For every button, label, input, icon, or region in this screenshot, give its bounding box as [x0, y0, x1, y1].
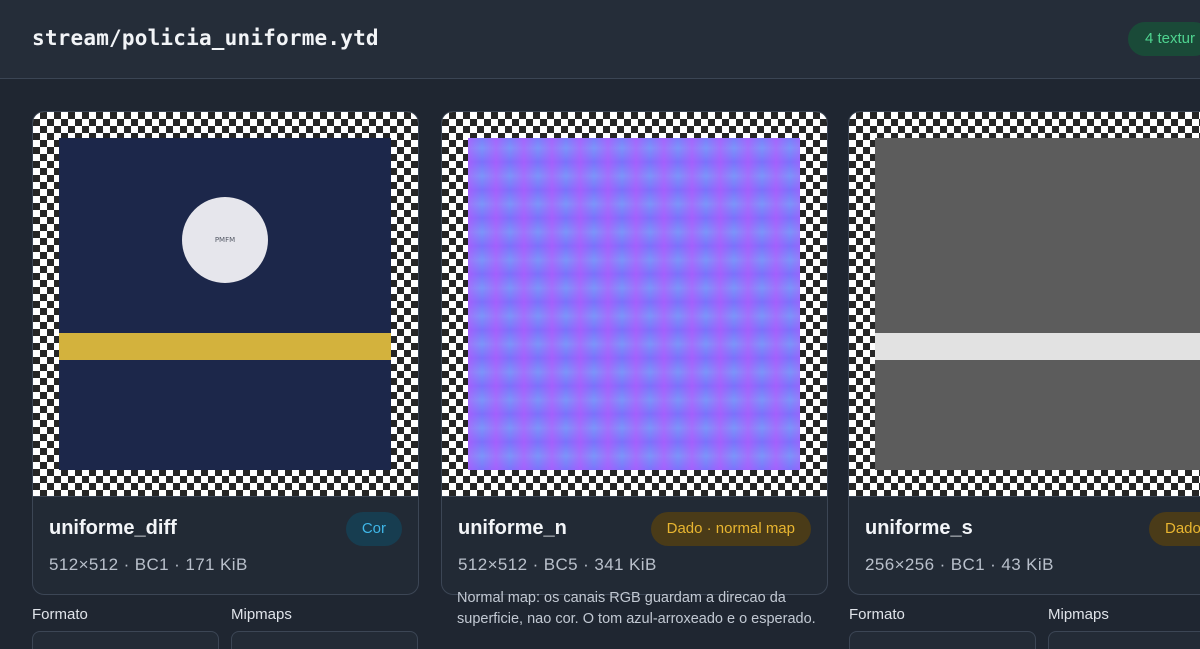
- texture-card-uniforme-diff[interactable]: PMFM uniforme_diff Cor 512×512 · BC1 · 1…: [32, 111, 419, 595]
- texture-card-uniforme-n[interactable]: uniforme_n Dado · normal map 512×512 · B…: [441, 111, 828, 595]
- texture-preview: [442, 112, 827, 497]
- texture-name: uniforme_n: [458, 517, 567, 539]
- diffuse-texture-image: PMFM: [59, 138, 391, 470]
- format-select[interactable]: DXT1 (BC1): [32, 631, 219, 649]
- texture-card-uniforme-s[interactable]: uniforme_s Dado 256×256 · BC1 · 43 KiB: [848, 111, 1200, 595]
- texture-type-tag: Dado · normal map: [650, 512, 811, 546]
- mipmaps-label: Mipmaps: [1048, 606, 1109, 623]
- texture-name: uniforme_s: [865, 517, 973, 539]
- texture-meta: 512×512 · BC5 · 341 KiB: [458, 555, 657, 574]
- mipmaps-label: Mipmaps: [231, 606, 292, 623]
- normal-map-texture-image: [468, 138, 800, 470]
- gold-stripe: [59, 333, 391, 360]
- emblem-badge: PMFM: [182, 197, 268, 283]
- mipmaps-select[interactable]: 10 níveis: [231, 631, 418, 649]
- texture-type-tag: Dado: [1149, 512, 1200, 546]
- header-bar: stream/policia_uniforme.ytd 4 textur: [0, 0, 1200, 79]
- texture-preview: [849, 112, 1200, 497]
- format-select[interactable]: DXT1 (BC1): [849, 631, 1036, 649]
- texture-meta: 256×256 · BC1 · 43 KiB: [865, 555, 1054, 574]
- emblem-label: PMFM: [214, 236, 236, 244]
- file-path-title: stream/policia_uniforme.ytd: [32, 26, 379, 50]
- normal-map-note: Normal map: os canais RGB guardam a dire…: [457, 590, 816, 627]
- texture-name: uniforme_diff: [49, 517, 177, 539]
- mipmaps-select[interactable]: 10 níveis: [1048, 631, 1200, 649]
- light-stripe: [875, 333, 1200, 360]
- texture-preview: PMFM: [33, 112, 418, 497]
- format-label: Formato: [32, 606, 88, 623]
- texture-count-badge: 4 textur: [1128, 22, 1200, 56]
- texture-type-tag: Cor: [345, 512, 402, 546]
- format-label: Formato: [849, 606, 905, 623]
- specular-texture-image: [875, 138, 1200, 470]
- texture-meta: 512×512 · BC1 · 171 KiB: [49, 555, 248, 574]
